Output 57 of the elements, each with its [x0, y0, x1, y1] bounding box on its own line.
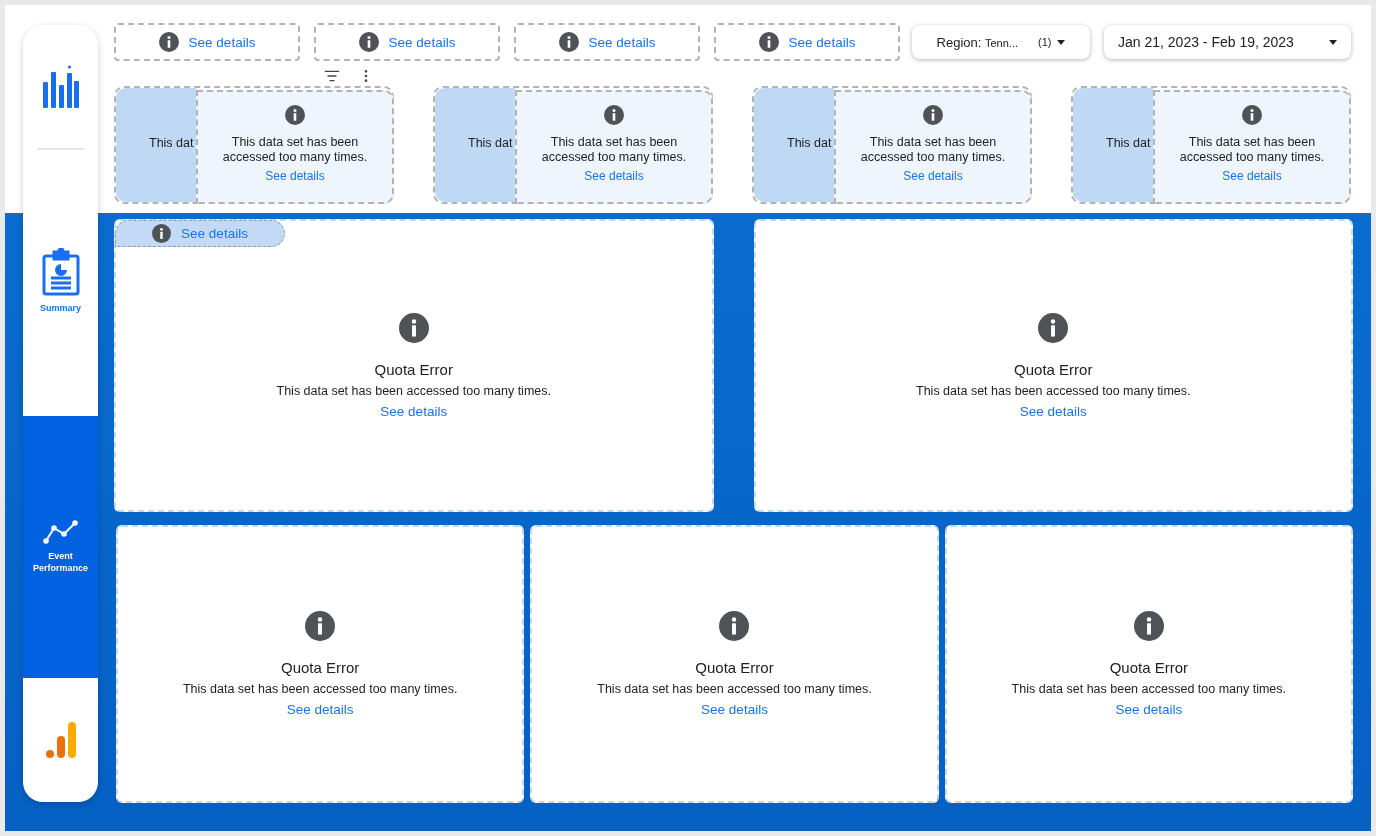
details-link[interactable]: See details [388, 34, 456, 50]
error-message: This dat [149, 136, 194, 150]
line-chart-icon [42, 520, 79, 544]
date-range-dropdown[interactable]: Jan 21, 2023 - Feb 19, 2023 [1104, 25, 1351, 59]
panel-title: Quota Error [280, 659, 360, 676]
details-link[interactable]: See details [1222, 169, 1282, 183]
details-chip[interactable]: See details [115, 220, 285, 247]
panel-title: Quota Error [695, 659, 774, 676]
details-link[interactable]: See details [286, 702, 354, 717]
details-link[interactable]: See details [788, 34, 856, 50]
info-icon [152, 224, 172, 243]
details-link[interactable]: See details [701, 702, 768, 717]
info-icon [305, 611, 336, 641]
error-message: This data set has been accessed too many times. [859, 135, 1007, 165]
error-message: This data set has been accessed too many times. [221, 135, 369, 165]
details-link[interactable]: See details [903, 169, 963, 183]
panel-title: Quota Error [374, 360, 453, 378]
error-message: This dat [1106, 136, 1151, 150]
region-dropdown[interactable]: Region: Tenn... (1) [912, 25, 1090, 59]
nav-item[interactable]: Event Performance [23, 416, 98, 678]
filter-icon[interactable] [324, 68, 340, 84]
error-message: This data set has been accessed too many times. [597, 682, 872, 696]
info-icon [158, 32, 179, 52]
info-icon [1038, 312, 1069, 343]
caret-icon [1329, 39, 1337, 45]
error-message: This data set has been accessed too many times. [276, 383, 551, 398]
info-icon [719, 611, 750, 641]
details-link[interactable]: See details [588, 34, 656, 50]
details-link[interactable]: See details [265, 169, 325, 183]
details-link[interactable]: See details [584, 169, 644, 183]
nav-item[interactable]: Summary [23, 150, 98, 412]
error-message: This dat [468, 136, 513, 150]
info-icon [558, 32, 579, 52]
info-icon [1133, 611, 1164, 641]
info-icon [1242, 105, 1262, 125]
caret-icon [1057, 39, 1066, 45]
details-link[interactable]: See details [1019, 403, 1087, 419]
info-icon [758, 32, 779, 52]
panel-title: Quota Error [1109, 659, 1188, 676]
details-link[interactable]: See details [188, 34, 256, 50]
bar-chart-logo-icon [42, 64, 79, 109]
details-link[interactable]: See details [380, 403, 448, 419]
error-message: This data set has been accessed too many times. [540, 135, 688, 165]
error-message: This data set has been accessed too many times. [1011, 682, 1287, 696]
panel-title: Quota Error [1014, 360, 1093, 378]
error-message: This dat [787, 136, 832, 150]
info-icon [285, 105, 305, 125]
details-link[interactable]: See details [1115, 702, 1183, 717]
info-icon [604, 105, 624, 125]
info-icon [923, 105, 943, 125]
info-icon [398, 312, 429, 343]
analytics-logo-icon [45, 722, 76, 758]
clipboard-icon [41, 248, 80, 296]
info-icon [358, 32, 379, 52]
error-message: This data set has been accessed too many times. [1178, 135, 1326, 165]
error-message: This data set has been accessed too many times. [182, 682, 458, 696]
error-message: This data set has been accessed too many times. [916, 383, 1191, 398]
